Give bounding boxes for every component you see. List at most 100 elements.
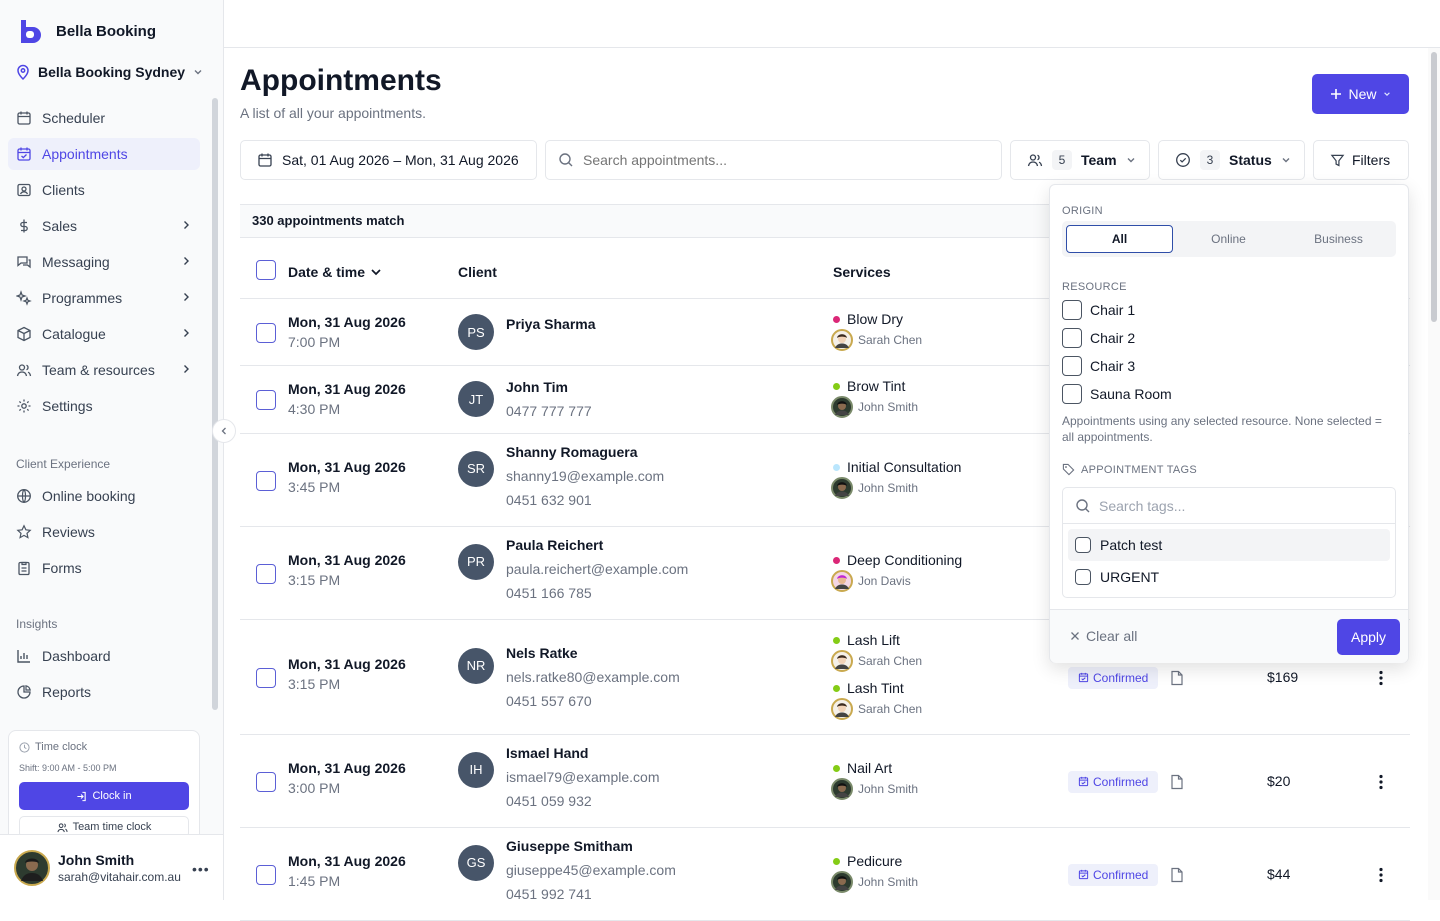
resource-checkbox[interactable] (1062, 384, 1082, 404)
document-icon[interactable] (1170, 670, 1184, 686)
nav-programmes[interactable]: Programmes (8, 282, 200, 314)
resource-option[interactable]: Chair 3 (1062, 356, 1135, 376)
service-item[interactable]: Initial Consultation (833, 459, 961, 475)
clear-all-button[interactable]: Clear all (1070, 628, 1137, 644)
resource-label: RESOURCE (1062, 281, 1127, 293)
brand[interactable]: Bella Booking (18, 18, 156, 44)
nav-reports[interactable]: Reports (8, 676, 200, 708)
team-filter-button[interactable]: 5 Team (1010, 140, 1150, 180)
page-scrollbar[interactable] (1428, 48, 1440, 900)
resource-option[interactable]: Chair 2 (1062, 328, 1135, 348)
tag-search-input[interactable] (1099, 497, 1359, 514)
collapse-sidebar-button[interactable] (212, 419, 236, 443)
nav-sales[interactable]: Sales (8, 210, 200, 242)
table-row[interactable]: Mon, 31 Aug 2026 3:00 PM IH Ismael Hand isma… (240, 735, 1410, 828)
appointment-date: Mon, 31 Aug 2026 (288, 314, 406, 330)
row-actions-icon[interactable] (1378, 670, 1384, 686)
service-color-dot (833, 556, 840, 564)
calendar-check-icon (1078, 672, 1089, 683)
client-avatar: PR (458, 543, 494, 580)
row-checkbox[interactable] (256, 390, 276, 410)
date-range-picker[interactable]: Sat, 01 Aug 2026 – Mon, 31 Aug 2026 (240, 140, 537, 180)
resource-option[interactable]: Chair 1 (1062, 300, 1135, 320)
row-actions-icon[interactable] (1378, 867, 1384, 883)
service-item[interactable]: Pedicure (833, 853, 902, 869)
nav-online-booking[interactable]: Online booking (8, 480, 200, 512)
tag-option-urgent[interactable]: URGENT (1068, 561, 1390, 593)
nav-catalogue[interactable]: Catalogue (8, 318, 200, 350)
service-name: Blow Dry (847, 311, 904, 327)
service-item[interactable]: Lash Tint (833, 680, 904, 696)
log-in-icon (76, 791, 87, 802)
service-item[interactable]: Nail Art (833, 760, 892, 776)
new-appointment-button[interactable]: New (1312, 74, 1409, 114)
origin-option-online[interactable]: Online (1175, 225, 1282, 253)
client-name[interactable]: Ismael Hand (506, 745, 588, 761)
appointment-date: Mon, 31 Aug 2026 (288, 655, 406, 672)
column-date-time[interactable]: Date & time (288, 264, 382, 280)
resource-checkbox[interactable] (1062, 300, 1082, 320)
nav-scheduler[interactable]: Scheduler (8, 102, 200, 134)
filters-button[interactable]: Filters (1313, 140, 1409, 180)
service-item[interactable]: Blow Dry (833, 311, 903, 327)
nav-forms[interactable]: Forms (8, 552, 200, 584)
service-item[interactable]: Deep Conditioning (833, 552, 962, 568)
tag-checkbox[interactable] (1075, 569, 1091, 585)
appointment-time: 4:30 PM (288, 401, 341, 417)
more-options-icon[interactable]: ••• (192, 861, 210, 877)
tag-search[interactable] (1063, 488, 1395, 524)
origin-option-all[interactable]: All (1066, 225, 1173, 253)
service-item[interactable]: Lash Lift (833, 632, 900, 648)
nav-reports-label: Reports (42, 684, 92, 700)
document-icon[interactable] (1170, 774, 1184, 790)
search-input[interactable] (583, 152, 983, 168)
clock-in-button[interactable]: Clock in (19, 782, 189, 810)
resource-checkbox[interactable] (1062, 328, 1082, 348)
nav-messaging[interactable]: Messaging (8, 246, 200, 278)
user-profile[interactable]: John Smith sarah@vitahair.com.au ••• (0, 834, 223, 900)
resource-checkbox[interactable] (1062, 356, 1082, 376)
row-checkbox[interactable] (256, 864, 276, 885)
document-icon[interactable] (1170, 867, 1184, 883)
nav-programmes-label: Programmes (42, 290, 123, 306)
status-badge[interactable]: Confirmed (1068, 863, 1159, 886)
sidebar-scrollbar[interactable] (212, 98, 218, 710)
status-filter-label: Status (1229, 152, 1272, 168)
nav-settings[interactable]: Settings (8, 390, 200, 422)
tag-checkbox[interactable] (1075, 537, 1091, 553)
resource-name: Chair 3 (1090, 358, 1136, 374)
row-checkbox[interactable] (256, 771, 276, 792)
client-name[interactable]: Nels Ratke (506, 645, 578, 661)
apply-button[interactable]: Apply (1337, 619, 1400, 655)
select-all-checkbox[interactable] (256, 260, 276, 280)
row-checkbox[interactable] (256, 667, 276, 688)
row-actions-icon[interactable] (1378, 774, 1384, 790)
location-switcher[interactable]: Bella Booking Sydney (16, 64, 203, 80)
nav-reviews[interactable]: Reviews (8, 516, 200, 548)
table-row[interactable]: Mon, 31 Aug 2026 1:45 PM GS Giuseppe Smitha… (240, 828, 1410, 921)
nav-clients[interactable]: Clients (8, 174, 200, 206)
client-name[interactable]: Priya Sharma (506, 316, 596, 332)
page-scrollbar-thumb[interactable] (1431, 52, 1437, 322)
staff-name: Sarah Chen (858, 702, 923, 716)
client-name[interactable]: Giuseppe Smitham (506, 838, 633, 854)
nav-appointments[interactable]: Appointments (8, 138, 200, 170)
client-name[interactable]: Shanny Romaguera (506, 444, 637, 460)
status-filter-button[interactable]: 3 Status (1158, 140, 1305, 180)
nav-team-resources[interactable]: Team & resources (8, 354, 200, 386)
client-name[interactable]: Paula Reichert (506, 537, 603, 553)
nav-dashboard[interactable]: Dashboard (8, 640, 200, 672)
status-badge[interactable]: Confirmed (1068, 770, 1159, 793)
row-checkbox[interactable] (256, 470, 276, 491)
tag-option-patch-test[interactable]: Patch test (1068, 529, 1390, 561)
origin-option-business[interactable]: Business (1285, 225, 1392, 253)
service-item[interactable]: Brow Tint (833, 378, 905, 394)
client-name[interactable]: John Tim (506, 379, 568, 395)
row-checkbox[interactable] (256, 322, 276, 343)
status-badge[interactable]: Confirmed (1068, 666, 1159, 689)
row-checkbox[interactable] (256, 563, 276, 584)
resource-option[interactable]: Sauna Room (1062, 384, 1172, 404)
search-box[interactable] (545, 140, 1002, 180)
service-color-dot (833, 382, 840, 390)
service-color-dot (833, 636, 840, 644)
